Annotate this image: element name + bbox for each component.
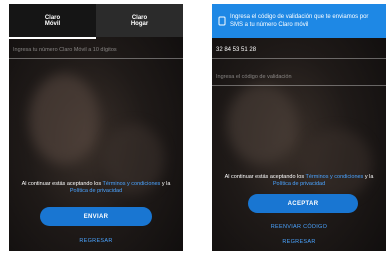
terms-connector: y la [161, 181, 171, 187]
back-link[interactable]: REGRESAR [212, 239, 386, 245]
privacy-link[interactable]: Política de privacidad [273, 181, 325, 187]
validation-screen-right: Ingresa el código de validación que te e… [212, 4, 386, 251]
background-figure [227, 84, 297, 164]
resend-code-link[interactable]: REENVIAR CÓDIGO [212, 224, 386, 230]
sms-info-icon [218, 16, 226, 26]
account-type-tabs: Claro Móvil Claro Hogar [9, 4, 183, 37]
terms-link[interactable]: Términos y condiciones [103, 181, 161, 187]
privacy-link[interactable]: Política de privacidad [70, 188, 122, 194]
phone-number-display: 32 84 53 51 28 [212, 42, 386, 59]
terms-link[interactable]: Términos y condiciones [306, 174, 364, 180]
terms-connector: y la [364, 174, 374, 180]
background-figure [302, 129, 372, 199]
tab-claro-hogar[interactable]: Claro Hogar [96, 4, 183, 37]
terms-notice: Al continuar estás aceptando los Término… [19, 181, 173, 195]
send-button[interactable]: ENVIAR [40, 207, 152, 226]
accept-button[interactable]: ACEPTAR [248, 194, 358, 213]
terms-prefix: Al continuar estás aceptando los [224, 174, 305, 180]
validation-code-input[interactable]: Ingresa el código de validación [212, 69, 386, 86]
tab-label-line2: Hogar [130, 20, 149, 27]
phone-number-input[interactable]: Ingresa tu número Claro Móvil a 10 dígit… [9, 42, 183, 59]
login-screen-left: Claro Móvil Claro Hogar Ingresa tu númer… [9, 4, 183, 251]
tab-label-line2: Móvil [44, 20, 61, 27]
validation-banner-text: Ingresa el código de validación que te e… [230, 14, 369, 28]
back-link[interactable]: REGRESAR [9, 238, 183, 244]
validation-banner: Ingresa el código de validación que te e… [212, 4, 386, 38]
terms-prefix: Al continuar estás aceptando los [21, 181, 102, 187]
terms-notice: Al continuar estás aceptando los Término… [222, 174, 376, 188]
active-tab-indicator [9, 37, 96, 39]
background-figure [29, 74, 99, 164]
tab-claro-movil[interactable]: Claro Móvil [9, 4, 96, 37]
